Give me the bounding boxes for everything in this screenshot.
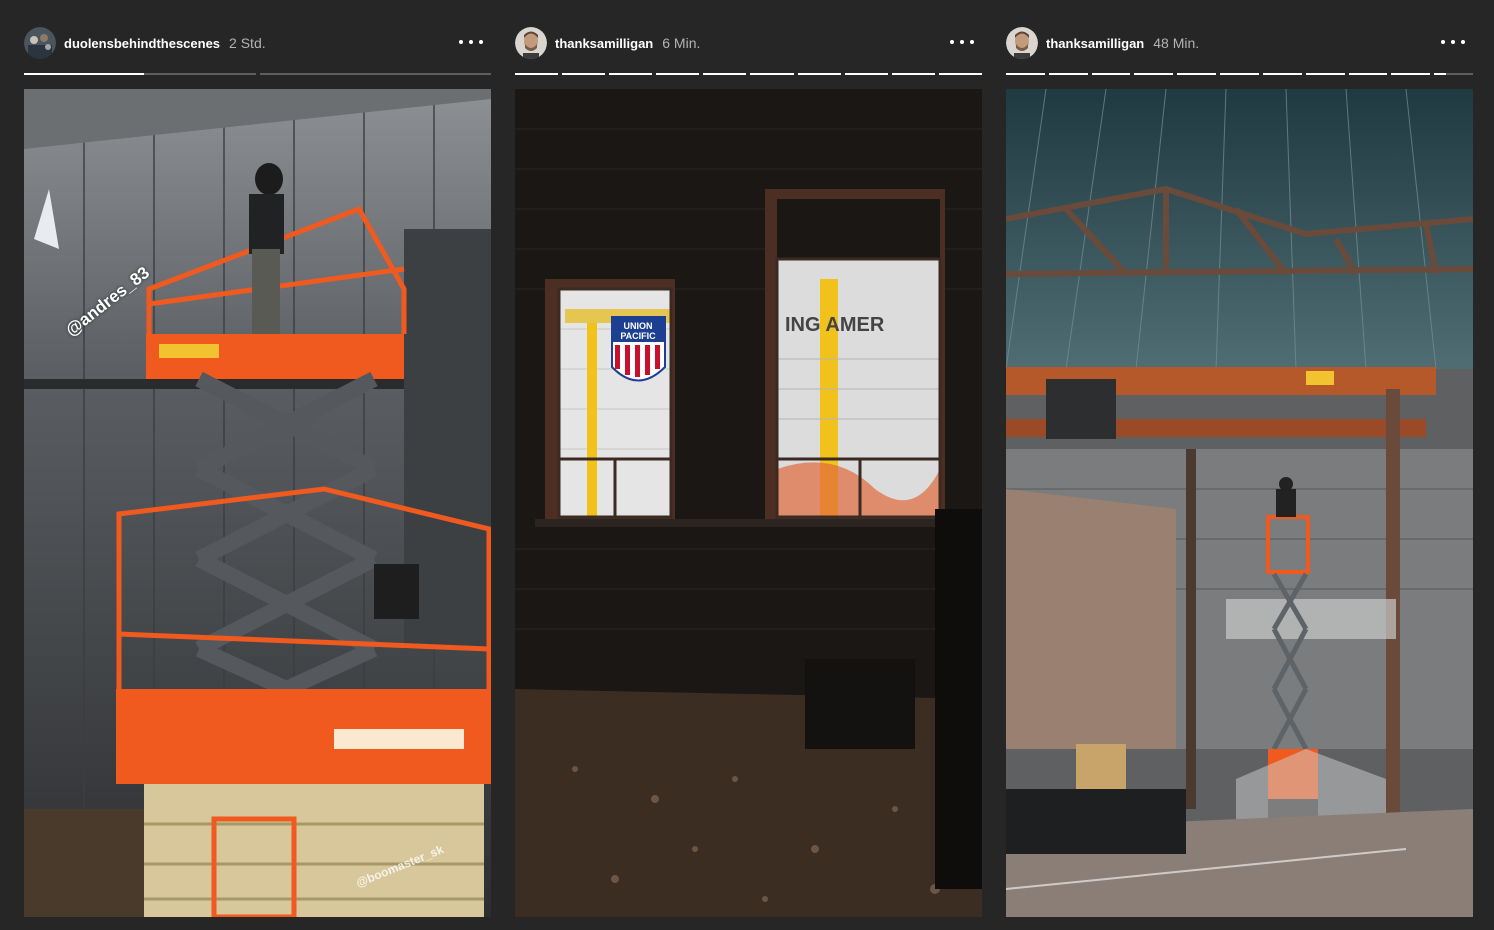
story-card-1[interactable]: duolensbehindthescenes 2 Std. @andres_83…	[24, 0, 491, 930]
progress-segment	[1391, 73, 1431, 75]
story-card-2[interactable]: thanksamilligan 6 Min. UNION PACIFIC ING…	[515, 0, 982, 930]
progress-segment	[1177, 73, 1217, 75]
more-options-icon[interactable]	[1441, 32, 1465, 52]
progress-segment	[24, 73, 256, 75]
progress-segment	[703, 73, 747, 75]
story-header: thanksamilligan 48 Min.	[1006, 26, 1473, 60]
progress-segment	[1305, 73, 1345, 75]
progress-bars	[515, 73, 982, 76]
progress-bars	[1006, 73, 1473, 76]
progress-segment	[1348, 73, 1388, 75]
username[interactable]: duolensbehindthescenes	[64, 36, 220, 51]
progress-segment	[1091, 73, 1131, 75]
username[interactable]: thanksamilligan	[555, 36, 653, 51]
story-media[interactable]	[1006, 89, 1473, 917]
progress-segment	[1134, 73, 1174, 75]
user-avatar[interactable]	[1006, 27, 1038, 59]
progress-segment	[1434, 73, 1473, 75]
story-header: thanksamilligan 6 Min.	[515, 26, 982, 60]
progress-segment	[750, 73, 794, 75]
progress-segment	[938, 73, 982, 75]
progress-segment	[1220, 73, 1259, 75]
progress-segment	[515, 73, 559, 75]
progress-segment	[891, 73, 935, 75]
progress-segment	[609, 73, 653, 75]
progress-segment	[259, 73, 491, 75]
user-avatar[interactable]	[515, 27, 547, 59]
progress-bars	[24, 73, 491, 76]
progress-segment	[1006, 73, 1045, 75]
svg-text:UNION: UNION	[624, 321, 653, 331]
progress-segment	[797, 73, 841, 75]
progress-segment	[656, 73, 700, 75]
username[interactable]: thanksamilligan	[1046, 36, 1144, 51]
post-time: 48 Min.	[1153, 35, 1200, 51]
svg-text:PACIFIC: PACIFIC	[620, 331, 656, 341]
post-time: 6 Min.	[662, 35, 701, 51]
story-card-3[interactable]: thanksamilligan 48 Min.	[1006, 0, 1473, 930]
user-avatar[interactable]	[24, 27, 56, 59]
progress-segment	[562, 73, 606, 75]
progress-segment	[1048, 73, 1088, 75]
progress-segment	[1262, 73, 1302, 75]
more-options-icon[interactable]	[950, 32, 974, 52]
story-media[interactable]: @andres_83 @boomaster_sk	[24, 89, 491, 917]
more-options-icon[interactable]	[459, 32, 483, 52]
post-time: 2 Std.	[229, 35, 266, 51]
story-media[interactable]: UNION PACIFIC ING AMER	[515, 89, 982, 917]
svg-text:ING AMER: ING AMER	[785, 314, 885, 336]
progress-segment	[844, 73, 888, 75]
story-header: duolensbehindthescenes 2 Std.	[24, 26, 491, 60]
